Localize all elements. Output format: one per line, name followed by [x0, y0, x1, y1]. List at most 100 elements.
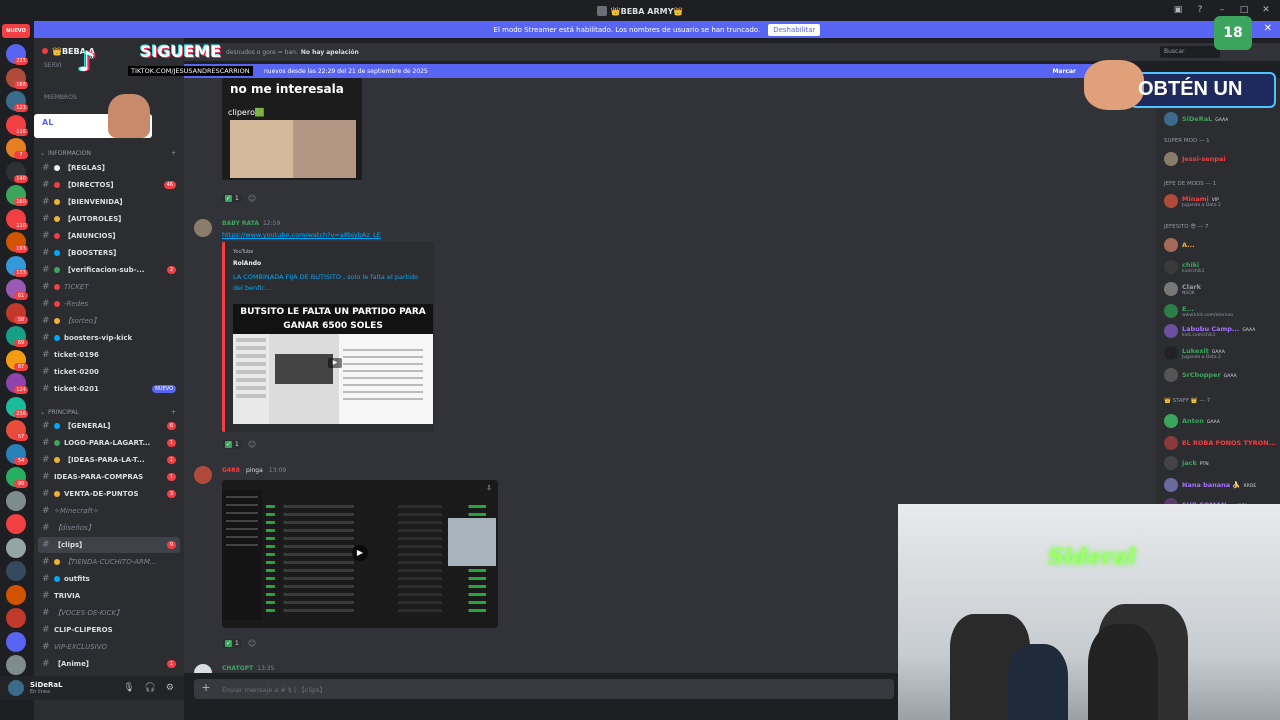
channel-item[interactable]: # 【clips】 9	[38, 537, 180, 553]
channel-item[interactable]: # IDEAS-PARA-COMPRAS 1	[38, 469, 180, 485]
server-icon[interactable]	[6, 584, 26, 605]
avatar[interactable]	[1164, 324, 1178, 338]
add-channel-icon[interactable]: +	[171, 150, 176, 157]
category-principal[interactable]: ⌄ PRINCIPAL +	[40, 409, 180, 416]
channel-item[interactable]: # -Redes	[38, 296, 180, 312]
headphones-icon[interactable]: 🎧	[145, 683, 156, 693]
disable-streamer-button[interactable]: Deshabilitar	[768, 23, 821, 36]
message-author[interactable]: G4R8 pinga 13:09	[222, 467, 286, 474]
channel-item[interactable]: # 【sorteo】	[38, 313, 180, 329]
channel-item[interactable]: # 【IDEAS-PARA-LA-T... 1	[38, 452, 180, 468]
add-reaction-icon[interactable]: ☺	[248, 639, 256, 648]
mark-read-button[interactable]: Marcar	[1052, 68, 1076, 75]
play-icon[interactable]: ▶	[352, 545, 368, 561]
member-item[interactable]: Minami VIP Jugando a Dota 2	[1164, 192, 1280, 210]
reaction-check[interactable]: ✓ 1	[222, 639, 242, 648]
avatar[interactable]	[1164, 238, 1178, 252]
member-item[interactable]: SrChopper GAAA	[1164, 366, 1280, 384]
avatar[interactable]	[194, 664, 212, 673]
avatar[interactable]	[194, 219, 212, 237]
add-attachment-icon[interactable]: +	[200, 682, 212, 694]
minimize-icon[interactable]: –	[1216, 4, 1228, 16]
message-author[interactable]: CHATGPT 13:35	[222, 665, 274, 672]
channel-item[interactable]: # TRIVIA	[38, 588, 180, 604]
channel-item[interactable]: # 【BIENVENIDA】	[38, 194, 180, 210]
search-input[interactable]: Buscar	[1160, 46, 1220, 58]
avatar[interactable]	[1164, 346, 1178, 360]
server-icon[interactable]	[6, 537, 26, 558]
avatar[interactable]	[8, 680, 24, 696]
author-name[interactable]: CHATGPT	[222, 665, 253, 672]
channel-item[interactable]: # ticket-0196	[38, 347, 180, 363]
add-reaction-icon[interactable]: ☺	[248, 440, 256, 449]
avatar[interactable]	[1164, 478, 1178, 492]
channel-item[interactable]: # 【VOCES-DE-KICK】	[38, 605, 180, 621]
server-icon[interactable]	[6, 514, 26, 534]
channel-item[interactable]: # VIP-EXCLUSIVO	[38, 639, 180, 655]
microphone-icon[interactable]: 🎙	[123, 683, 134, 693]
channel-item[interactable]: # TICKET	[38, 279, 180, 295]
gear-icon[interactable]: ⚙	[166, 683, 174, 693]
avatar[interactable]	[1164, 152, 1178, 166]
channel-item[interactable]: # VENTA-DE-PUNTOS 3	[38, 486, 180, 502]
channel-item[interactable]: # 【DIRECTOS】 46	[38, 177, 180, 193]
channel-item[interactable]: # CLIP-CLIPEROS	[38, 622, 180, 638]
embed-author[interactable]: RolAndo	[233, 260, 261, 267]
channel-item[interactable]: # 【verificacion-sub-... 2	[38, 262, 180, 278]
play-icon[interactable]: ▶	[328, 358, 342, 368]
message-composer[interactable]: + Enviar mensaje a # $ | 【clips】	[194, 679, 894, 699]
member-item[interactable]: Nana banana 🍌 RROE	[1164, 476, 1280, 494]
channel-item[interactable]: # 【ANUNCIOS】	[38, 228, 180, 244]
add-channel-icon[interactable]: +	[171, 409, 176, 416]
member-item[interactable]: jack PTN	[1164, 454, 1280, 472]
avatar[interactable]	[1164, 194, 1178, 208]
member-item[interactable]: chiki kick/chik1	[1164, 258, 1280, 276]
server-icon[interactable]	[6, 608, 26, 628]
video-attachment[interactable]: ▶ ⇩	[222, 480, 498, 628]
reaction-check[interactable]: ✓ 1	[222, 194, 242, 203]
avatar[interactable]	[194, 466, 212, 484]
new-messages-bar[interactable]: nuevos desde las 22:29 del 21 de septiem…	[184, 64, 1096, 78]
member-item[interactable]: A...	[1164, 236, 1280, 254]
member-item[interactable]: Clark NSQK	[1164, 280, 1280, 298]
server-icon[interactable]	[6, 655, 26, 675]
server-icon[interactable]	[6, 561, 26, 581]
avatar[interactable]	[1164, 260, 1178, 274]
member-item[interactable]: SiDeRaL GAAA	[1164, 110, 1280, 128]
author-name[interactable]: BABY RATA	[222, 220, 259, 227]
add-reaction-icon[interactable]: ☺	[248, 194, 256, 203]
server-icon[interactable]	[6, 490, 26, 511]
maximize-icon[interactable]: □	[1238, 4, 1250, 16]
channel-item[interactable]: # boosters-vip-kick	[38, 330, 180, 346]
channel-item[interactable]: # 【Anime】 1	[38, 656, 180, 672]
embed-provider[interactable]: YouTube	[233, 249, 253, 255]
member-item[interactable]: EL ROBA FONOS TYRON...	[1164, 434, 1280, 452]
channel-item[interactable]: # ticket-0201 NUEVO	[38, 381, 180, 397]
channel-item[interactable]: # ticket-0200	[38, 364, 180, 380]
channel-item[interactable]: # ✧Minecraft✧	[38, 503, 180, 519]
author-name[interactable]: G4R8	[222, 467, 240, 474]
avatar[interactable]	[1164, 282, 1178, 296]
avatar[interactable]	[1164, 304, 1178, 318]
close-icon[interactable]: ✕	[1260, 4, 1272, 16]
image-attachment[interactable]: no me interesala clipero🟩	[222, 78, 362, 180]
avatar[interactable]	[1164, 436, 1178, 450]
channel-item[interactable]: # outfits	[38, 571, 180, 587]
category-informacion[interactable]: ⌄ INFORMACION +	[40, 150, 180, 157]
channel-item[interactable]: # 【REGLAS】	[38, 160, 180, 176]
message-author[interactable]: BABY RATA 12:59	[222, 220, 280, 227]
avatar[interactable]	[1164, 112, 1178, 126]
download-icon[interactable]: ⇩	[486, 484, 492, 492]
avatar[interactable]	[1164, 414, 1178, 428]
member-item[interactable]: Jessi-senpai	[1164, 150, 1280, 168]
inbox-icon[interactable]: ▣	[1172, 4, 1184, 16]
member-item[interactable]: Anton GAAA	[1164, 412, 1280, 430]
help-icon[interactable]: ?	[1194, 4, 1206, 16]
member-item[interactable]: E... www.kick.com/eternoo	[1164, 302, 1280, 320]
server-guide[interactable]: SERVI	[44, 62, 61, 69]
embed-thumbnail[interactable]: BUTSITO LE FALTA UN PARTIDO PARA GANAR 6…	[233, 304, 433, 424]
channel-item[interactable]: # 【AUTOROLES】	[38, 211, 180, 227]
channel-item[interactable]: # 【TIENDA-CUCHITO-ARM...	[38, 554, 180, 570]
message-link[interactable]: https://www.youtube.com/watch?v=a8bjybAz…	[222, 231, 381, 239]
avatar[interactable]	[1164, 368, 1178, 382]
